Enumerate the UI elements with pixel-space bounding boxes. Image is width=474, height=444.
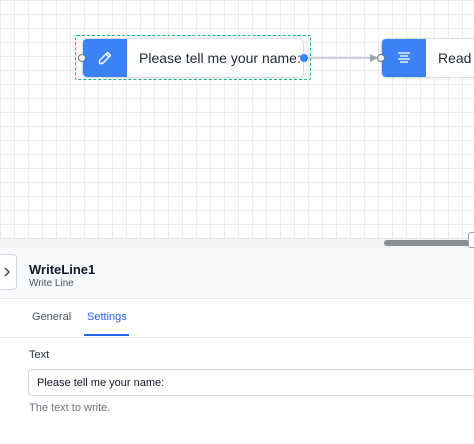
panel-subtitle: Write Line [29, 278, 74, 289]
panel-title: WriteLine1 [29, 262, 96, 277]
text-field-input[interactable] [28, 369, 474, 396]
readline-node-input-port[interactable] [377, 54, 385, 62]
active-tab-indicator [84, 334, 129, 336]
connection-line [308, 54, 378, 62]
readline-node-label: Read L [438, 50, 474, 66]
text-field-label: Text [29, 349, 50, 361]
readline-node-icon-box [382, 39, 426, 77]
text-lines-icon [398, 52, 410, 63]
readline-node[interactable]: Read L [381, 38, 474, 78]
properties-panel: WriteLine1 Write Line General Settings T… [0, 248, 474, 444]
scrollbar-thumb[interactable] [384, 240, 474, 246]
collapse-panel-button[interactable] [0, 254, 17, 290]
workflow-canvas[interactable]: Please tell me your name: Read L [0, 0, 474, 238]
tab-settings[interactable]: Settings [87, 311, 127, 323]
tab-general[interactable]: General [32, 311, 71, 323]
scrollbar-end-handle[interactable] [468, 232, 474, 248]
panel-tabs: General Settings [0, 298, 474, 338]
panel-header: WriteLine1 Write Line [0, 248, 474, 299]
text-field-help: The text to write. [29, 402, 111, 414]
chevron-right-icon [4, 267, 10, 277]
